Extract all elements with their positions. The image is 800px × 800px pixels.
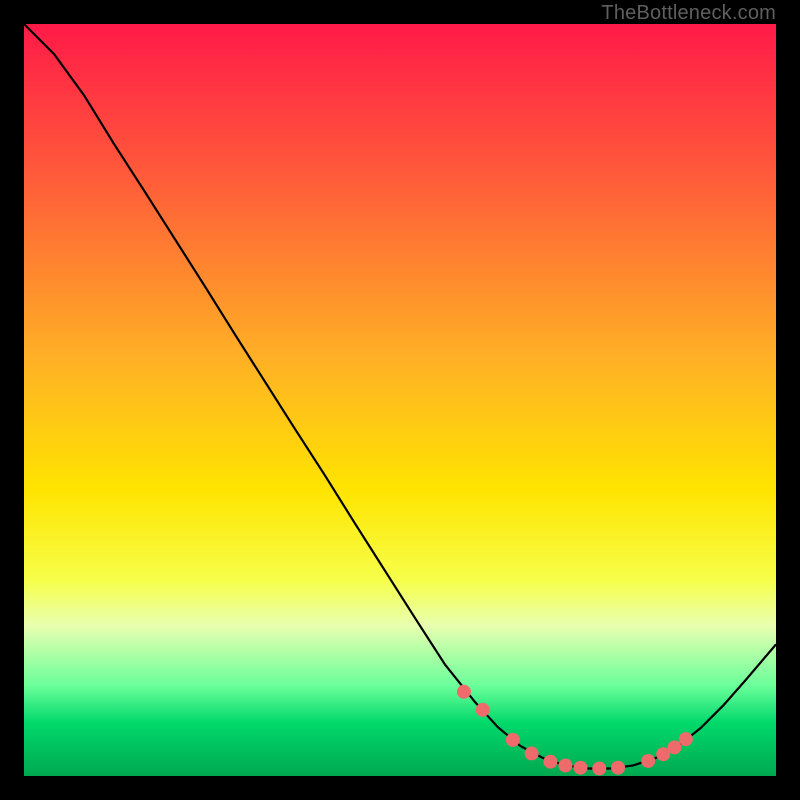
curve-marker	[641, 754, 655, 768]
curve-marker	[558, 758, 572, 772]
gradient-background	[24, 24, 776, 776]
chart-frame: TheBottleneck.com	[0, 0, 800, 800]
curve-marker	[457, 685, 471, 699]
plot-area	[24, 24, 776, 776]
curve-marker	[476, 703, 490, 717]
curve-marker	[543, 755, 557, 769]
curve-marker	[506, 733, 520, 747]
chart-svg	[24, 24, 776, 776]
curve-marker	[525, 746, 539, 760]
curve-marker	[611, 761, 625, 775]
curve-marker	[679, 732, 693, 746]
watermark-text: TheBottleneck.com	[601, 2, 776, 25]
curve-marker	[592, 761, 606, 775]
curve-marker	[573, 761, 587, 775]
curve-marker	[667, 740, 681, 754]
